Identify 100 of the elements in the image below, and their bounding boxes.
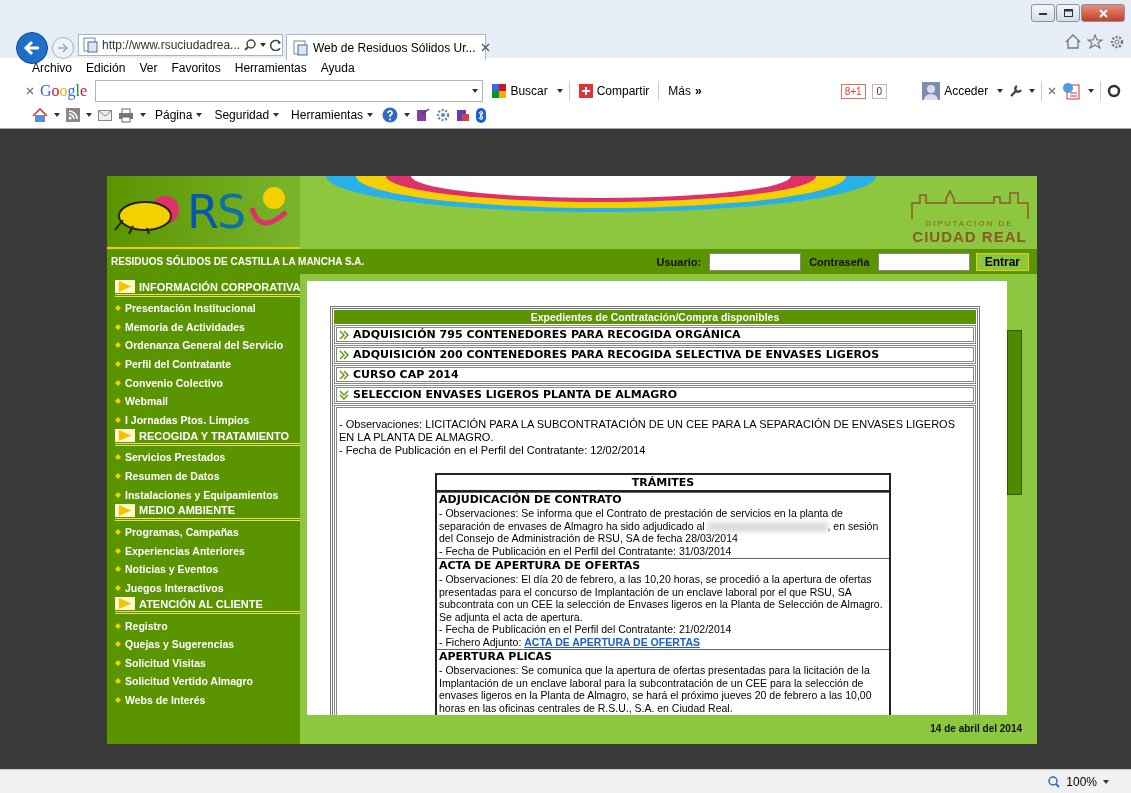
sidebar-section-title: RECOGIDA Y TRATAMIENTO	[139, 429, 290, 442]
caret-icon[interactable]	[140, 113, 146, 117]
tramite-text: - Fichero Adjunto:	[439, 635, 522, 648]
menu-item[interactable]: Herramientas	[234, 61, 307, 75]
caret-icon[interactable]	[1103, 779, 1109, 784]
diamond-bullet-icon	[115, 305, 121, 312]
search-icon[interactable]	[244, 39, 257, 51]
diamond-bullet-icon	[115, 697, 121, 703]
refresh-icon[interactable]	[270, 39, 283, 51]
toolbar-menu[interactable]: Página	[152, 108, 206, 122]
minimize-button[interactable]	[1031, 4, 1055, 22]
gear-icon[interactable]	[436, 108, 451, 122]
menu-item[interactable]: Ver	[139, 61, 158, 75]
sidebar-link[interactable]: Webmail	[115, 391, 300, 411]
home-icon[interactable]	[1065, 34, 1081, 49]
tramite-title: APERTURA PLICAS	[439, 650, 553, 664]
logo-text: RS	[187, 188, 245, 235]
sidebar-link[interactable]: Solicitud Visitas	[115, 653, 300, 673]
menu-item[interactable]: Favoritos	[171, 61, 221, 75]
account-button[interactable]: Acceder	[919, 82, 992, 100]
sidebar-link[interactable]: Webs de Interés	[115, 690, 300, 710]
diamond-bullet-icon	[115, 641, 121, 648]
caret-icon[interactable]	[1029, 89, 1036, 93]
search-button[interactable]: Buscar	[489, 84, 551, 98]
caret-icon[interactable]	[472, 89, 479, 93]
more-button[interactable]: Más »	[665, 84, 705, 98]
password-field[interactable]	[877, 252, 970, 271]
address-field[interactable]: http://www.rsuciudadrea...	[78, 34, 283, 56]
menu-item[interactable]: Archivo	[32, 61, 72, 75]
caret-icon[interactable]	[404, 113, 411, 117]
plus-one-button[interactable]: 8+1	[840, 83, 866, 99]
sidebar-link[interactable]: Presentación Institucional	[115, 299, 300, 318]
username-field[interactable]	[709, 252, 802, 271]
maximize-button[interactable]	[1056, 4, 1080, 22]
caret-icon[interactable]	[997, 89, 1004, 93]
diamond-bullet-icon	[115, 342, 121, 349]
document-icon[interactable]	[1062, 82, 1083, 100]
caret-icon[interactable]	[54, 113, 60, 117]
sidebar-link[interactable]: Registro	[115, 616, 300, 635]
caret-icon[interactable]	[556, 89, 563, 93]
expediente-row[interactable]: ADQUISICIÓN 200 CONTENEDORES PARA RECOGIDA SELECTIVA DE ENVASES LIGEROS	[334, 345, 976, 364]
caret-icon[interactable]	[86, 113, 92, 117]
expediente-row[interactable]: ADQUISICIÓN 795 CONTENEDORES PARA RECOGIDA ORGÁNICA	[334, 325, 976, 344]
login-button[interactable]: Entrar	[975, 252, 1029, 271]
diamond-bullet-icon	[115, 491, 121, 498]
sidebar-link[interactable]: Instalaciones y Equipamientos	[115, 485, 300, 504]
sidebar-link[interactable]: Servicios Prestados	[115, 448, 300, 467]
close-button[interactable]	[1081, 4, 1125, 22]
page-icon	[83, 37, 98, 53]
caret-icon[interactable]	[196, 113, 203, 117]
help-icon[interactable]	[382, 107, 399, 123]
sidebar-link[interactable]: Noticias y Eventos	[115, 560, 300, 579]
star-icon[interactable]	[1087, 34, 1103, 49]
expediente-row[interactable]: SELECCION ENVASES LIGEROS PLANTA DE ALMAGRO	[334, 385, 976, 404]
sidebar-link[interactable]: Quejas y Sugerencias	[115, 634, 300, 654]
sidebar-link[interactable]: Memoria de Actividades	[115, 317, 300, 337]
diamond-bullet-icon	[115, 398, 121, 405]
sidebar-link[interactable]: Perfil del Contratante	[115, 354, 300, 374]
printer-icon[interactable]	[118, 107, 134, 123]
diamond-bullet-icon	[115, 566, 121, 573]
sidebar-link[interactable]: Experiencias Anteriores	[115, 541, 300, 561]
caret-icon[interactable]	[367, 113, 374, 117]
bluetooth-icon[interactable]	[476, 107, 487, 123]
scrollbar-thumb[interactable]	[1007, 330, 1022, 495]
sidebar-link[interactable]: Convenio Colectivo	[115, 373, 300, 392]
sidebar-link[interactable]: Ordenanza General del Servicio	[115, 336, 300, 355]
sidebar-link[interactable]: I Jornadas Ptos. Limpios	[115, 410, 300, 430]
settings-icon[interactable]	[1109, 34, 1125, 50]
home-icon[interactable]	[32, 107, 48, 123]
caret-icon[interactable]	[260, 43, 267, 47]
toolbar-menu[interactable]: Seguridad	[211, 108, 283, 122]
feed-icon[interactable]	[66, 108, 80, 122]
share-button[interactable]: Compartir	[575, 84, 653, 98]
toolbar-menu[interactable]: Herramientas	[288, 108, 377, 122]
back-button[interactable]	[16, 32, 48, 64]
zoom-level[interactable]: 100%	[1066, 774, 1097, 789]
sidebar-link[interactable]: Resumen de Datos	[115, 466, 300, 486]
sidebar-link[interactable]: Programas, Campañas	[115, 522, 300, 542]
tramite-title: ACTA DE APERTURA DE OFERTAS	[439, 559, 642, 573]
close-icon[interactable]	[26, 87, 34, 95]
expediente-row[interactable]: CURSO CAP 2014	[334, 365, 976, 384]
diamond-bullet-icon	[115, 379, 121, 386]
close-icon[interactable]	[1048, 87, 1057, 95]
file-link[interactable]: ACTA DE APERTURA DE OFERTAS	[524, 635, 700, 648]
mail-icon[interactable]	[98, 109, 112, 121]
note-icon[interactable]	[416, 108, 431, 122]
search-field[interactable]	[95, 80, 484, 102]
caret-icon[interactable]	[273, 113, 280, 117]
count-badge: 0	[871, 83, 888, 99]
menu-item[interactable]: Ayuda	[320, 61, 355, 75]
close-icon[interactable]	[480, 43, 490, 52]
password-label: Contraseña	[809, 255, 870, 268]
ring-icon[interactable]	[1106, 84, 1121, 98]
sidebar-link[interactable]: Solicitud Vertido Almagro	[115, 672, 300, 691]
note-icon[interactable]	[456, 108, 471, 122]
wrench-icon[interactable]	[1009, 84, 1024, 98]
caret-icon[interactable]	[1088, 89, 1095, 93]
sidebar-link[interactable]: Juegos Interactivos	[115, 578, 300, 598]
menu-item[interactable]: Edición	[86, 61, 126, 75]
table-header: Expedientes de Contratación/Compra disponibles	[334, 310, 976, 324]
